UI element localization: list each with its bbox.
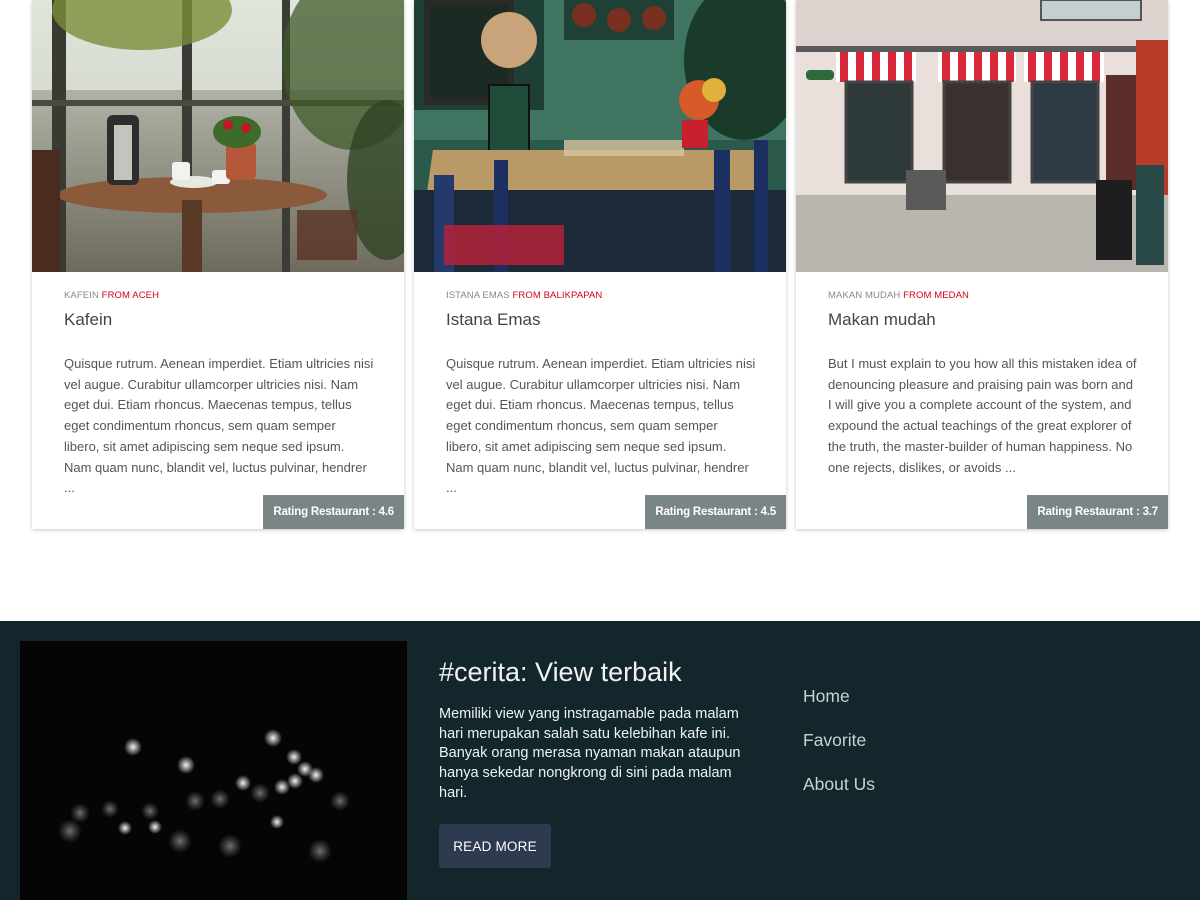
- footer-nav-home-link[interactable]: Home: [803, 685, 875, 729]
- restaurant-card-istana-emas[interactable]: ISTANA EMAS FROM BALIKPAPAN Istana Emas …: [414, 0, 786, 529]
- card-meta: ISTANA EMAS FROM BALIKPAPAN: [446, 290, 602, 301]
- footer-nav-about-us-link[interactable]: About Us: [803, 773, 875, 817]
- card-meta: MAKAN MUDAH FROM MEDAN: [828, 290, 969, 301]
- card-image-shopfront: [796, 0, 1168, 272]
- footer-heading: #cerita: View terbaik: [439, 657, 682, 687]
- footer-night-bokeh-image: [20, 641, 407, 900]
- footer-nav: Home Favorite About Us: [803, 685, 875, 817]
- footer-section: #cerita: View terbaik Memiliki view yang…: [0, 621, 1200, 900]
- card-meta-location: FROM ACEH: [101, 290, 160, 301]
- card-meta-name: KAFEIN: [64, 290, 99, 301]
- card-meta-location: FROM MEDAN: [903, 290, 970, 301]
- card-title[interactable]: Istana Emas: [446, 310, 541, 330]
- card-image-cafe-greenhouse: [32, 0, 404, 272]
- card-meta-location: FROM BALIKPAPAN: [512, 290, 603, 301]
- read-more-button[interactable]: READ MORE: [439, 824, 551, 868]
- card-title[interactable]: Makan mudah: [828, 310, 936, 330]
- card-meta: KAFEIN FROM ACEH: [64, 290, 159, 301]
- footer-nav-favorite-link[interactable]: Favorite: [803, 729, 875, 773]
- restaurant-card-kafein[interactable]: KAFEIN FROM ACEH Kafein Quisque rutrum. …: [32, 0, 404, 529]
- restaurant-card-makan-mudah[interactable]: MAKAN MUDAH FROM MEDAN Makan mudah But I…: [796, 0, 1168, 529]
- card-description: Quisque rutrum. Aenean imperdiet. Etiam …: [64, 356, 374, 496]
- rating-badge: Rating Restaurant : 4.5: [645, 495, 786, 529]
- card-meta-name: MAKAN MUDAH: [828, 290, 901, 301]
- card-image-cafe-terrace: [414, 0, 786, 272]
- footer-description: Memiliki view yang instragamable pada ma…: [439, 706, 741, 801]
- card-description: But I must explain to you how all this m…: [828, 356, 1137, 475]
- rating-badge: Rating Restaurant : 3.7: [1027, 495, 1168, 529]
- rating-badge: Rating Restaurant : 4.6: [263, 495, 404, 529]
- restaurant-cards: KAFEIN FROM ACEH Kafein Quisque rutrum. …: [0, 0, 1200, 621]
- card-title[interactable]: Kafein: [64, 310, 112, 330]
- card-description: Quisque rutrum. Aenean imperdiet. Etiam …: [446, 356, 756, 496]
- card-meta-name: ISTANA EMAS: [446, 290, 510, 301]
